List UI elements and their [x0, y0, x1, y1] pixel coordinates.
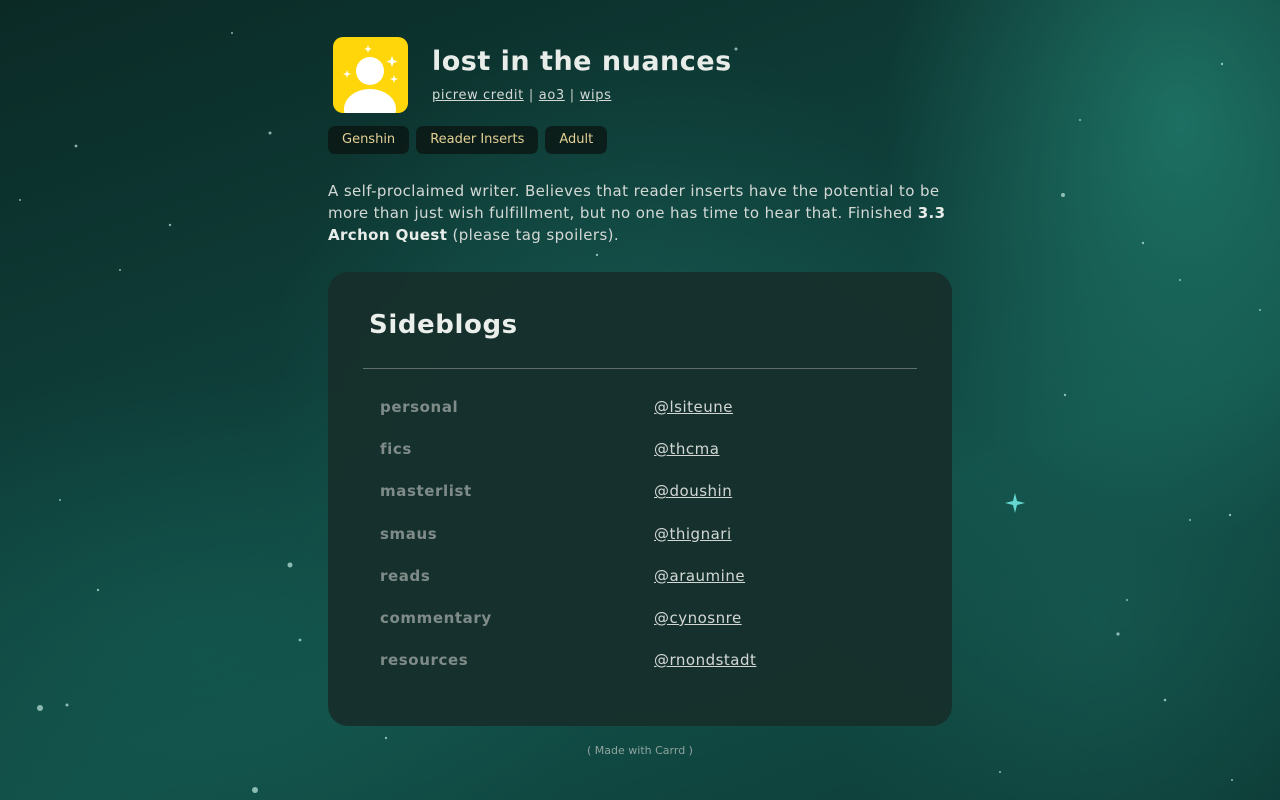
list-item: resources @rnondstadt	[380, 651, 900, 693]
sideblog-handle-link[interactable]: @cynosnre	[654, 609, 742, 627]
profile-header: lost in the nuances picrew credit | ao3 | wi…	[328, 37, 952, 113]
list-item: reads @araumine	[380, 567, 900, 609]
sideblog-label: masterlist	[380, 482, 472, 501]
sideblog-label: reads	[380, 566, 431, 585]
sideblog-handle-link[interactable]: @araumine	[654, 567, 745, 585]
sideblogs-list: personal @lsiteune fics @thcma masterlis…	[380, 398, 900, 693]
sideblog-handle-link[interactable]: @lsiteune	[654, 398, 733, 416]
bio-text: A self-proclaimed writer. Believes that …	[328, 180, 952, 246]
list-item: smaus @thignari	[380, 525, 900, 567]
bio-text-part: (please tag spoilers).	[447, 226, 620, 244]
list-item: commentary @cynosnre	[380, 609, 900, 651]
link-separator: |	[569, 88, 575, 103]
sideblog-handle-link[interactable]: @thignari	[654, 525, 732, 543]
tag-reader-inserts: Reader Inserts	[416, 126, 539, 154]
tag-adult: Adult	[545, 126, 608, 154]
list-item: masterlist @doushin	[380, 482, 900, 524]
sideblog-label: resources	[380, 651, 469, 670]
made-with-carrd-link[interactable]: ( Made with Carrd )	[0, 744, 1280, 757]
sideblogs-card: Sideblogs personal @lsiteune fics @thcma…	[328, 272, 952, 726]
sideblog-label: personal	[380, 398, 459, 416]
sideblog-label: smaus	[380, 524, 438, 543]
page-title: lost in the nuances	[432, 46, 732, 77]
profile-links: picrew credit | ao3 | wips	[432, 88, 732, 103]
bio-text-part: A self-proclaimed writer. Believes that …	[328, 182, 940, 222]
profile-container: lost in the nuances picrew credit | ao3 | wi…	[328, 37, 952, 726]
tag-list: Genshin Reader Inserts Adult	[328, 126, 952, 154]
sideblog-handle-link[interactable]: @doushin	[654, 482, 732, 500]
list-item: fics @thcma	[380, 440, 900, 482]
avatar	[333, 37, 408, 113]
list-item: personal @lsiteune	[380, 398, 900, 440]
sideblog-label: fics	[380, 440, 412, 459]
divider	[363, 368, 917, 369]
tag-genshin: Genshin	[328, 126, 410, 154]
sideblogs-title: Sideblogs	[369, 310, 518, 340]
picrew-credit-link[interactable]: picrew credit	[432, 88, 524, 103]
wips-link[interactable]: wips	[580, 88, 612, 103]
ao3-link[interactable]: ao3	[539, 88, 565, 103]
link-separator: |	[528, 88, 534, 103]
sideblog-label: commentary	[380, 608, 492, 627]
sideblog-handle-link[interactable]: @rnondstadt	[654, 651, 756, 669]
user-avatar-icon	[343, 45, 398, 113]
sideblog-handle-link[interactable]: @thcma	[654, 440, 719, 458]
